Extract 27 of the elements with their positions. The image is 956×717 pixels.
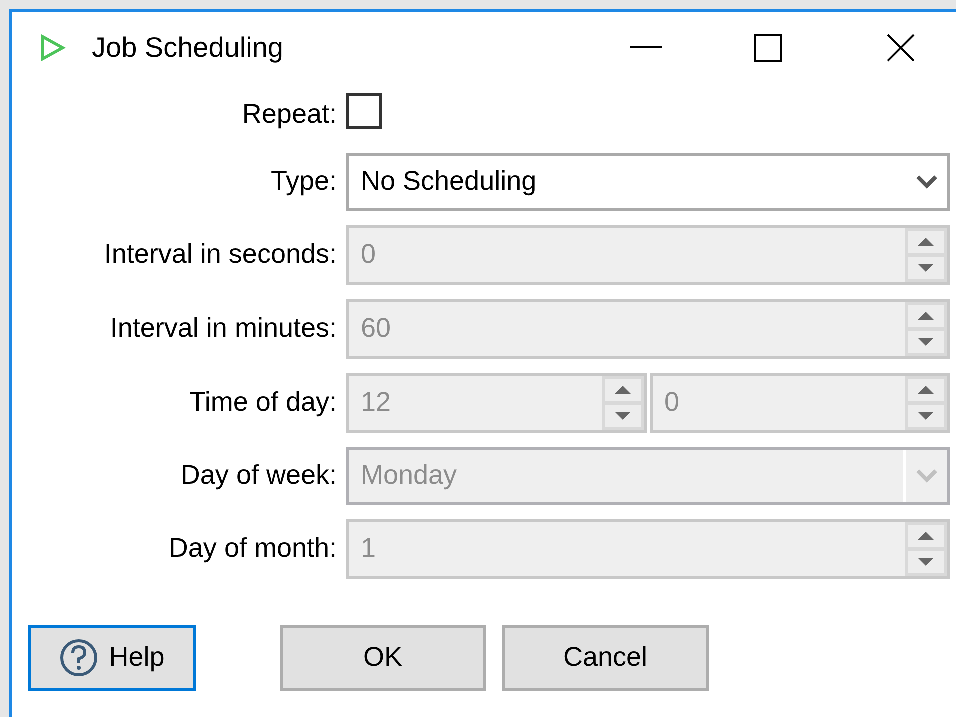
checkbox-label: Repeat: — [241, 98, 337, 131]
field-label: Interval in minutes: — [109, 312, 337, 346]
repeat-checkbox[interactable] — [346, 93, 382, 130]
field-value: Monday — [360, 459, 458, 492]
field-label: Day of week: — [180, 459, 337, 492]
close-icon[interactable] — [886, 33, 916, 63]
field-value: 0 — [664, 386, 681, 420]
window-title: Job Scheduling — [92, 31, 284, 65]
chevron-down-icon — [916, 468, 938, 484]
minimize-icon[interactable] — [630, 46, 662, 50]
field-value: 0 — [360, 238, 378, 272]
help-icon — [59, 638, 100, 678]
chevron-down-icon — [916, 174, 938, 190]
field-value: No Scheduling — [360, 165, 538, 198]
field-label: Type: — [270, 165, 337, 198]
field-label: Interval in seconds: — [103, 238, 337, 272]
play-icon — [40, 34, 66, 62]
field-value: 1 — [360, 532, 378, 566]
field-value: 60 — [360, 312, 392, 346]
field-label: Day of month: — [168, 532, 337, 566]
help-button[interactable]: Help — [28, 624, 196, 690]
maximize-icon[interactable] — [754, 34, 782, 62]
field-label: Time of day: — [188, 386, 337, 420]
dropdown[interactable]: No Scheduling — [346, 152, 950, 210]
field-value: 12 — [360, 386, 392, 420]
dialog-button[interactable]: Cancel — [502, 624, 709, 690]
dialog-button[interactable]: OK — [280, 624, 486, 690]
